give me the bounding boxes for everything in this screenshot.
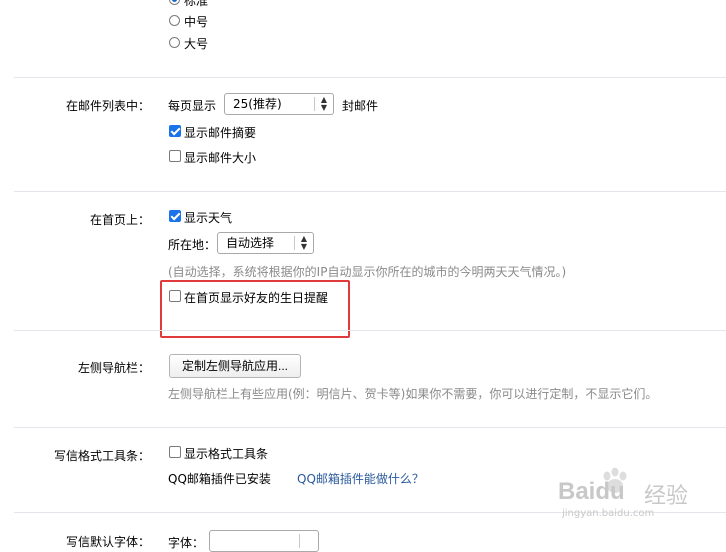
show-size-label: 显示邮件大小	[184, 151, 257, 165]
left-nav-label: 左侧导航栏：	[77, 361, 150, 375]
font-select[interactable]	[209, 530, 319, 552]
select-separator	[314, 97, 315, 111]
show-weather-label: 显示天气	[184, 211, 233, 225]
select-separator	[299, 534, 300, 548]
font-size-standard-radio[interactable]	[169, 0, 180, 5]
updown-arrows-icon: ▲ ▼	[320, 95, 327, 112]
per-page-prefix: 每页显示	[168, 99, 217, 113]
show-weather-checkbox[interactable]	[169, 210, 181, 222]
location-value: 自动选择	[226, 236, 275, 250]
show-summary-checkbox[interactable]	[169, 125, 181, 137]
show-format-toolbar-checkbox[interactable]	[169, 446, 181, 458]
per-page-value: 25(推荐)	[233, 97, 282, 111]
font-label: 字体：	[168, 536, 205, 550]
watermark-suffix: 经验	[644, 484, 689, 509]
per-page-select[interactable]: 25(推荐) ▲ ▼	[224, 93, 334, 115]
per-page-suffix: 封邮件	[342, 99, 379, 113]
section-divider	[14, 427, 726, 428]
watermark-brand: Bai	[558, 478, 596, 505]
updown-arrows-icon: ▲ ▼	[300, 234, 307, 251]
left-nav-hint: 左侧导航栏上有些应用(例：明信片、贺卡等)如果你不需要，你可以进行定制，不显示它…	[168, 387, 658, 401]
mail-list-label: 在邮件列表中：	[65, 99, 150, 113]
section-divider	[14, 330, 726, 331]
homepage-label: 在首页上：	[89, 213, 150, 227]
auto-location-hint: (自动选择，系统将根据你的IP自动显示你所在的城市的今明两天天气情况。)	[168, 265, 567, 279]
font-size-medium-radio[interactable]	[169, 15, 180, 26]
watermark-brand2: du	[595, 478, 625, 505]
font-size-medium-label: 中号	[184, 15, 209, 29]
section-divider	[14, 77, 726, 78]
format-toolbar-label: 写信格式工具条：	[53, 449, 150, 463]
plugin-status: QQ邮箱插件已安装	[168, 472, 271, 486]
plugin-info-link[interactable]: QQ邮箱插件能做什么？	[297, 470, 424, 487]
font-size-large-label: 大号	[184, 37, 209, 51]
baidu-watermark: Baidu 经验 jingyan.baidu.com	[558, 467, 718, 530]
location-label: 所在地：	[168, 238, 217, 252]
customize-left-nav-button[interactable]: 定制左侧导航应用...	[169, 354, 302, 378]
font-size-standard-label: 标准	[184, 0, 209, 8]
location-select[interactable]: 自动选择 ▲ ▼	[217, 232, 314, 254]
default-font-label: 写信默认字体：	[65, 535, 150, 549]
watermark-url: jingyan.baidu.com	[562, 508, 655, 519]
select-separator	[294, 236, 295, 250]
show-size-checkbox[interactable]	[169, 150, 181, 162]
show-format-toolbar-label: 显示格式工具条	[184, 447, 269, 461]
section-divider	[14, 191, 726, 192]
font-size-large-radio[interactable]	[169, 37, 180, 48]
show-summary-label: 显示邮件摘要	[184, 126, 257, 140]
